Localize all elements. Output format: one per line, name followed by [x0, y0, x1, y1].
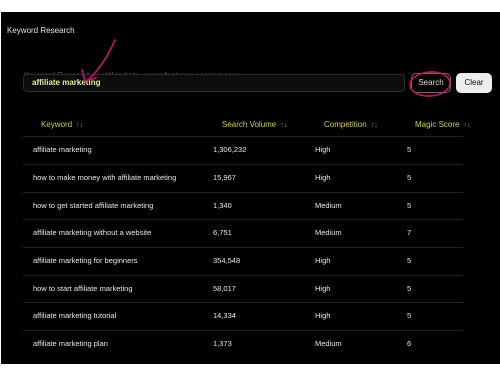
annotation-circle — [409, 71, 451, 97]
annotation-arrow — [87, 39, 116, 81]
keyword-research-panel: Keyword Research Keyword Research is sti… — [1, 12, 500, 364]
annotation-arrowhead — [81, 69, 97, 82]
annotation-overlay — [81, 39, 451, 97]
